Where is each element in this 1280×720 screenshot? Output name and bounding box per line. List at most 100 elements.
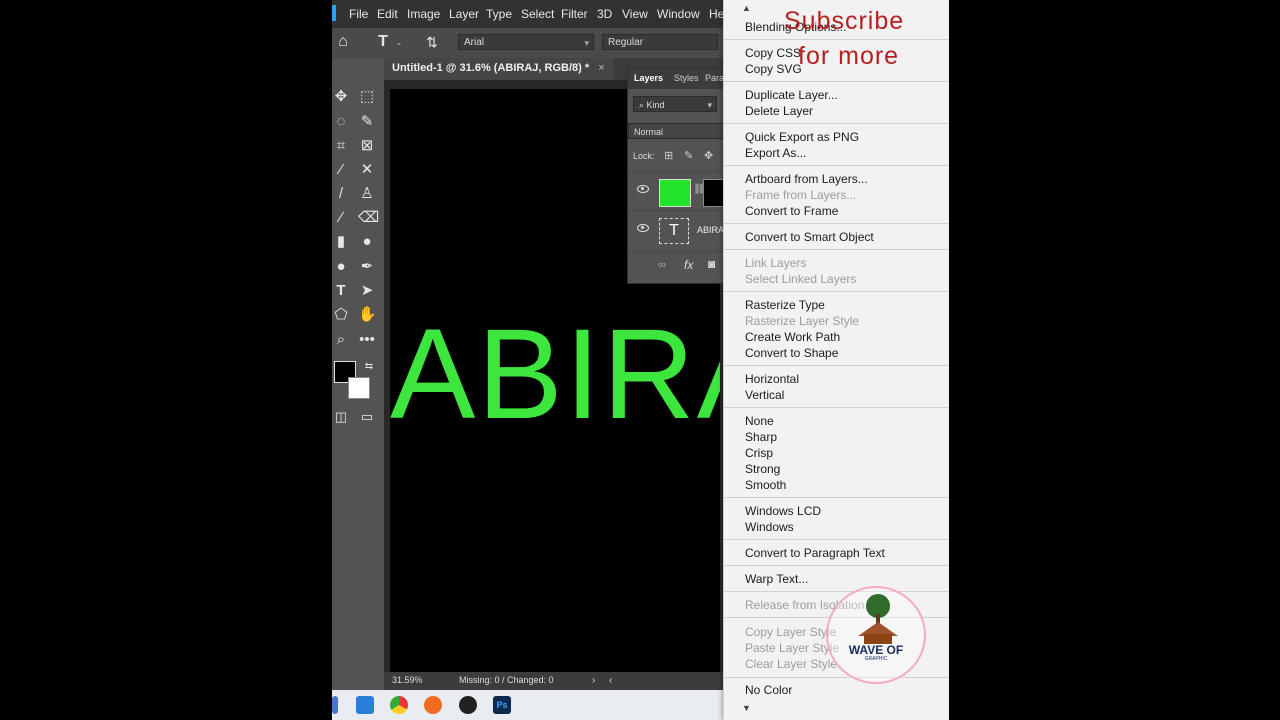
firefox-icon[interactable] xyxy=(424,696,442,714)
tab-paragraph[interactable]: Para xyxy=(705,73,724,83)
menu-item-warp-text[interactable]: Warp Text... xyxy=(745,572,808,586)
screen-mode-icon[interactable]: ▭ xyxy=(358,408,376,426)
menu-item-artboard-from-layers[interactable]: Artboard from Layers... xyxy=(745,172,868,186)
menu-window[interactable]: Window xyxy=(657,7,700,21)
zoom-tool-icon[interactable]: ⌕ xyxy=(332,331,350,349)
quick-select-tool-icon[interactable]: ✎ xyxy=(358,113,376,131)
fx-icon[interactable]: fx xyxy=(684,258,693,272)
visibility-eye-icon[interactable] xyxy=(637,224,649,232)
frame-tool-icon[interactable]: ⊠ xyxy=(358,137,376,155)
menu-item-antialias-crisp[interactable]: Crisp xyxy=(745,446,773,460)
lock-position-icon[interactable]: ✥ xyxy=(704,149,713,162)
menu-item-link-layers: Link Layers xyxy=(745,256,807,270)
scroll-up-icon[interactable]: ▲ xyxy=(742,3,751,13)
menu-item-quick-export[interactable]: Quick Export as PNG xyxy=(745,130,859,144)
font-style-select[interactable]: Regular xyxy=(602,34,718,50)
add-mask-icon[interactable]: ◙ xyxy=(708,257,715,271)
photoshop-icon[interactable]: Ps xyxy=(493,696,511,714)
scroll-left-icon[interactable]: ‹ xyxy=(609,675,612,686)
font-family-select[interactable]: Arial ▾ xyxy=(458,34,594,50)
menu-edit[interactable]: Edit xyxy=(377,7,398,21)
menu-item-copy-svg[interactable]: Copy SVG xyxy=(745,62,802,76)
lock-pixels-icon[interactable]: ✎ xyxy=(684,149,693,162)
menu-item-create-work-path[interactable]: Create Work Path xyxy=(745,330,840,344)
menu-layer[interactable]: Layer xyxy=(449,7,479,21)
swap-colors-icon[interactable]: ⇆ xyxy=(360,358,378,376)
brush-tool-icon[interactable]: / xyxy=(332,185,350,203)
menu-item-frame-from-layers: Frame from Layers... xyxy=(745,188,857,202)
crop-tool-icon[interactable]: ⌗ xyxy=(332,137,350,155)
menu-item-delete-layer[interactable]: Delete Layer xyxy=(745,104,813,118)
app-logo-icon xyxy=(332,5,336,21)
blend-mode-select[interactable]: Normal xyxy=(628,123,724,139)
zoom-level[interactable]: 31.59% xyxy=(392,675,423,685)
menu-item-windows[interactable]: Windows xyxy=(745,520,794,534)
canvas-text-layer[interactable]: ABIRA xyxy=(390,311,720,439)
quick-mask-icon[interactable]: ◫ xyxy=(332,408,350,426)
dodge-tool-icon[interactable]: ● xyxy=(332,258,350,276)
menu-item-antialias-none[interactable]: None xyxy=(745,414,774,428)
menu-item-no-color[interactable]: No Color xyxy=(745,683,792,697)
move-tool-icon[interactable]: ✥ xyxy=(332,88,350,106)
menu-item-antialias-smooth[interactable]: Smooth xyxy=(745,478,786,492)
pen-tool-icon[interactable]: ✒ xyxy=(358,258,376,276)
chrome-icon[interactable] xyxy=(390,696,408,714)
blur-tool-icon[interactable]: ● xyxy=(358,233,376,251)
close-icon[interactable]: × xyxy=(598,62,604,74)
tab-layers[interactable]: Layers xyxy=(634,73,663,83)
history-brush-tool-icon[interactable]: ∕ xyxy=(332,209,350,227)
link-layers-icon[interactable]: ∞ xyxy=(658,259,666,271)
layer-row[interactable]: ⛓ xyxy=(628,171,726,210)
menu-3d[interactable]: 3D xyxy=(597,7,612,21)
shape-tool-icon[interactable]: ⬠ xyxy=(332,306,350,324)
lock-transparent-icon[interactable]: ⊞ xyxy=(664,149,673,162)
chevron-down-icon[interactable]: ⌄ xyxy=(390,34,408,52)
menu-item-windows-lcd[interactable]: Windows LCD xyxy=(745,504,821,518)
home-icon[interactable]: ⌂ xyxy=(334,33,352,51)
hand-tool-icon[interactable]: ✋ xyxy=(358,306,377,324)
menu-item-convert-to-shape[interactable]: Convert to Shape xyxy=(745,346,838,360)
menu-image[interactable]: Image xyxy=(407,7,440,21)
chevron-right-icon[interactable]: › xyxy=(592,675,595,686)
eyedropper-tool-icon[interactable]: ⁄ xyxy=(332,161,350,179)
menu-file[interactable]: File xyxy=(349,7,368,21)
document-tab[interactable]: Untitled-1 @ 31.6% (ABIRAJ, RGB/8) * × xyxy=(384,58,613,80)
gradient-tool-icon[interactable]: ▮ xyxy=(332,233,350,251)
healing-tool-icon[interactable]: ✕ xyxy=(358,161,376,179)
menu-item-export-as[interactable]: Export As... xyxy=(745,146,806,160)
tab-styles[interactable]: Styles xyxy=(674,73,699,83)
path-select-tool-icon[interactable]: ➤ xyxy=(358,282,376,300)
layer-filter-select[interactable]: ⌕ Kind ▾ xyxy=(633,96,717,112)
menu-item-antialias-sharp[interactable]: Sharp xyxy=(745,430,777,444)
menu-item-horizontal[interactable]: Horizontal xyxy=(745,372,799,386)
lasso-tool-icon[interactable]: ◌ xyxy=(332,113,350,131)
marquee-tool-icon[interactable]: ⬚ xyxy=(358,88,376,106)
menu-item-antialias-strong[interactable]: Strong xyxy=(745,462,780,476)
menu-item-select-linked-layers: Select Linked Layers xyxy=(745,272,857,286)
menu-filter[interactable]: Filter xyxy=(561,7,588,21)
stamp-tool-icon[interactable]: ♙ xyxy=(358,185,376,203)
scroll-down-icon[interactable]: ▼ xyxy=(742,703,751,713)
menu-item-convert-to-frame[interactable]: Convert to Frame xyxy=(745,204,838,218)
menu-view[interactable]: View xyxy=(622,7,648,21)
menu-item-copy-css[interactable]: Copy CSS xyxy=(745,46,801,60)
type-tool-icon[interactable]: T xyxy=(332,282,350,300)
layers-panel: Layers Styles Para ⌕ Kind ▾ Normal Lock:… xyxy=(627,68,726,284)
menu-select[interactable]: Select xyxy=(521,7,554,21)
obs-icon[interactable] xyxy=(459,696,477,714)
layer-row[interactable]: T ABIRA xyxy=(628,210,724,249)
menu-item-convert-to-smart-object[interactable]: Convert to Smart Object xyxy=(745,230,874,244)
app-icon[interactable] xyxy=(332,696,338,714)
visibility-eye-icon[interactable] xyxy=(637,185,649,193)
eraser-tool-icon[interactable]: ⌫ xyxy=(358,209,379,227)
desktop-icon[interactable] xyxy=(356,696,374,714)
menu-item-vertical[interactable]: Vertical xyxy=(745,388,784,402)
menu-type[interactable]: Type xyxy=(486,7,512,21)
menu-item-duplicate-layer[interactable]: Duplicate Layer... xyxy=(745,88,838,102)
background-color-swatch[interactable] xyxy=(348,377,370,399)
more-tools-icon[interactable]: ••• xyxy=(358,331,376,349)
menu-item-rasterize-type[interactable]: Rasterize Type xyxy=(745,298,825,312)
layer-name[interactable]: ABIRA xyxy=(697,225,724,235)
text-orientation-icon[interactable]: ⇅ xyxy=(423,33,441,51)
menu-item-convert-to-paragraph-text[interactable]: Convert to Paragraph Text xyxy=(745,546,885,560)
